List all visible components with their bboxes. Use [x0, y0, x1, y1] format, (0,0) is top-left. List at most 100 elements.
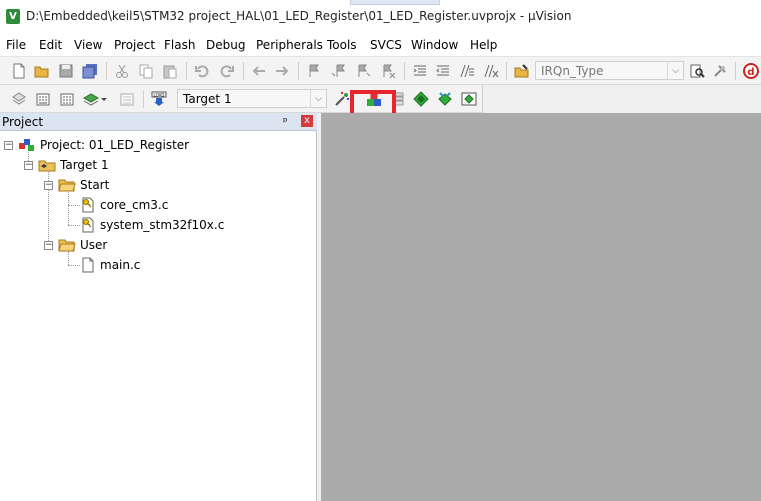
undo-icon[interactable] [193, 62, 211, 80]
manage-run-time-environment-icon[interactable] [436, 90, 454, 108]
tree-connector [68, 205, 80, 206]
collapse-toggle[interactable]: − [4, 141, 13, 150]
pack-installer-icon[interactable] [412, 90, 430, 108]
comment-icon[interactable] [458, 62, 476, 80]
configure-software-components-icon[interactable] [460, 90, 478, 108]
tree-connector [68, 225, 80, 226]
toolbar-separator [243, 62, 244, 80]
project-panel: Project ᵖ x − Project: 01_LED_Register −… [0, 113, 317, 501]
toolbar-separator [735, 62, 736, 80]
tree-item-target[interactable]: Target 1 [38, 156, 109, 174]
next-bookmark-icon[interactable] [354, 62, 372, 80]
target-combo-value: Target 1 [183, 92, 232, 106]
menu-file[interactable]: File [6, 38, 26, 52]
c-file-key-icon [82, 197, 94, 213]
menu-edit[interactable]: Edit [39, 38, 62, 52]
indent-icon[interactable] [411, 62, 429, 80]
file-main-label: main.c [100, 258, 141, 272]
translate-icon[interactable] [10, 90, 28, 108]
find-in-files-icon[interactable] [513, 62, 531, 80]
project-panel-header: Project ᵖ x [0, 113, 317, 131]
menu-project[interactable]: Project [114, 38, 155, 52]
menu-bar: File Edit View Project Flash Debug Perip… [0, 33, 761, 57]
pin-icon[interactable]: ᵖ [283, 115, 288, 128]
group-start-label: Start [80, 178, 110, 192]
window-title: D:\Embedded\keil5\STM32 project_HAL\01_L… [26, 9, 572, 23]
uncomment-icon[interactable] [482, 62, 500, 80]
file-toolbar: IRQn_Type ⌵ d [0, 57, 761, 85]
save-all-icon[interactable] [81, 62, 99, 80]
close-icon[interactable]: x [301, 115, 313, 127]
incremental-find-icon[interactable] [711, 62, 729, 80]
tree-item-group-user[interactable]: User [58, 236, 107, 254]
build-toolbar: LOAD Target 1 ⌵ [0, 85, 483, 113]
build-icon[interactable] [34, 90, 52, 108]
file-core-label: core_cm3.c [100, 198, 169, 212]
menu-help[interactable]: Help [470, 38, 497, 52]
tree-connector [48, 165, 49, 245]
download-icon[interactable]: LOAD [150, 90, 168, 108]
redo-icon[interactable] [218, 62, 236, 80]
navigate-back-icon[interactable] [250, 62, 268, 80]
menu-peripherals[interactable]: Peripherals [256, 38, 323, 52]
svg-text:LOAD: LOAD [154, 93, 165, 98]
uvision-app-icon: V [6, 9, 20, 24]
find-combo-value: IRQn_Type [541, 64, 604, 78]
dropdown-arrow-icon[interactable] [100, 90, 108, 108]
target-combo[interactable]: Target 1 ⌵ [177, 89, 327, 108]
tree-item-file-system[interactable]: system_stm32f10x.c [80, 216, 224, 234]
svg-text:d: d [747, 67, 754, 78]
copy-icon[interactable] [137, 62, 155, 80]
navigate-forward-icon[interactable] [273, 62, 291, 80]
tree-item-file-main[interactable]: main.c [80, 256, 140, 274]
find-combo[interactable]: IRQn_Type ⌵ [535, 61, 684, 80]
menu-flash[interactable]: Flash [164, 38, 195, 52]
options-for-target-icon[interactable] [333, 90, 351, 108]
toolbar-separator [186, 62, 187, 80]
project-tree: − Project: 01_LED_Register − Target 1 − … [0, 131, 317, 501]
unindent-icon[interactable] [434, 62, 452, 80]
find-icon[interactable] [688, 62, 706, 80]
open-file-icon[interactable] [33, 62, 51, 80]
project-panel-title: Project [2, 115, 44, 129]
paste-icon[interactable] [161, 62, 179, 80]
tree-item-group-start[interactable]: Start [58, 176, 109, 194]
tree-connector [68, 265, 80, 266]
menu-debug[interactable]: Debug [206, 38, 245, 52]
previous-bookmark-icon[interactable] [330, 62, 348, 80]
c-file-icon [82, 257, 94, 273]
cut-icon[interactable] [113, 62, 131, 80]
tree-item-project[interactable]: Project: 01_LED_Register [18, 136, 189, 154]
editor-area [321, 113, 761, 501]
save-icon[interactable] [57, 62, 75, 80]
rebuild-icon[interactable] [58, 90, 76, 108]
menu-view[interactable]: View [74, 38, 102, 52]
menu-tools[interactable]: Tools [327, 38, 357, 52]
toolbar-separator [143, 90, 144, 108]
toolbar-separator [404, 62, 405, 80]
debug-session-icon[interactable]: d [742, 62, 760, 80]
target-label: Target 1 [60, 158, 109, 172]
taskbar-preview-strip [350, 0, 440, 5]
batch-build-icon[interactable] [82, 90, 100, 108]
menu-window[interactable]: Window [411, 38, 458, 52]
collapse-toggle[interactable]: − [24, 161, 33, 170]
project-label: Project: 01_LED_Register [40, 138, 190, 152]
stop-build-icon[interactable] [118, 90, 136, 108]
folder-open-icon [58, 179, 76, 192]
tree-item-file-core[interactable]: core_cm3.c [80, 196, 168, 214]
menu-svcs[interactable]: SVCS [370, 38, 402, 52]
chevron-down-icon[interactable]: ⌵ [310, 90, 326, 107]
group-user-label: User [80, 238, 108, 252]
insert-bookmark-icon[interactable] [305, 62, 323, 80]
clear-bookmarks-icon[interactable] [379, 62, 397, 80]
chevron-down-icon[interactable]: ⌵ [667, 62, 683, 79]
target-folder-icon [38, 160, 56, 172]
toolbar-separator [506, 62, 507, 80]
collapse-toggle[interactable]: − [44, 241, 53, 250]
c-file-key-icon [82, 217, 94, 233]
collapse-toggle[interactable]: − [44, 181, 53, 190]
project-icon [19, 139, 34, 151]
new-file-icon[interactable] [10, 62, 28, 80]
folder-open-icon [58, 239, 76, 252]
